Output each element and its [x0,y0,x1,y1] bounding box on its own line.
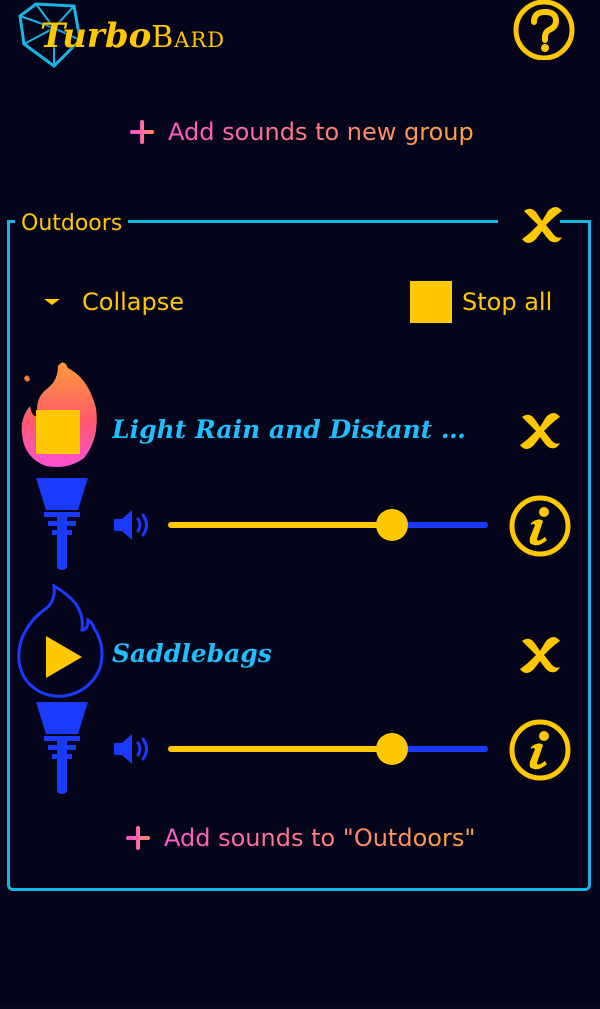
volume-icon [114,734,148,764]
torch-icon [36,702,88,794]
plus-icon [130,120,154,144]
remove-group-icon[interactable] [518,203,566,245]
track-title[interactable]: Saddlebags [112,634,484,674]
add-sounds-new-group-link[interactable]: Add sounds to new group [130,112,474,152]
stop-icon [410,281,452,323]
add-sounds-label: Add sounds to "Outdoors" [164,824,476,852]
add-sounds-to-group-link[interactable]: Add sounds to "Outdoors" [126,818,475,858]
volume-slider[interactable] [168,507,488,543]
caret-down-icon [44,299,60,305]
add-group-label: Add sounds to new group [168,118,474,146]
collapse-label: Collapse [82,288,184,316]
group-border-segment [128,220,498,223]
info-icon[interactable] [509,719,571,781]
remove-track-icon[interactable] [516,409,564,451]
info-icon[interactable] [509,495,571,557]
torch-icon [36,478,88,570]
plus-icon [126,826,150,850]
logo-word-turbo: Turbo [40,16,152,56]
group-border-segment [7,220,15,223]
slider-thumb[interactable] [376,509,408,541]
group-title[interactable]: Outdoors [21,208,122,240]
flame-play-button[interactable] [14,582,106,700]
stop-all-label: Stop all [462,288,553,316]
stop-all-button[interactable]: Stop all [410,281,552,323]
slider-track-filled [168,746,392,752]
flame-stop-button[interactable] [18,358,100,470]
collapse-toggle[interactable]: Collapse [44,282,184,322]
slider-track-filled [168,522,392,528]
track-title[interactable]: Light Rain and Distant Thunder [112,410,484,450]
volume-icon [114,510,148,540]
slider-thumb[interactable] [376,733,408,765]
logo-word-bard: Bard [151,20,226,55]
volume-slider[interactable] [168,731,488,767]
remove-track-icon[interactable] [516,633,564,675]
help-icon[interactable] [511,0,575,60]
app-logo: TurboBard [40,12,225,60]
bottom-divider [0,1003,600,1009]
